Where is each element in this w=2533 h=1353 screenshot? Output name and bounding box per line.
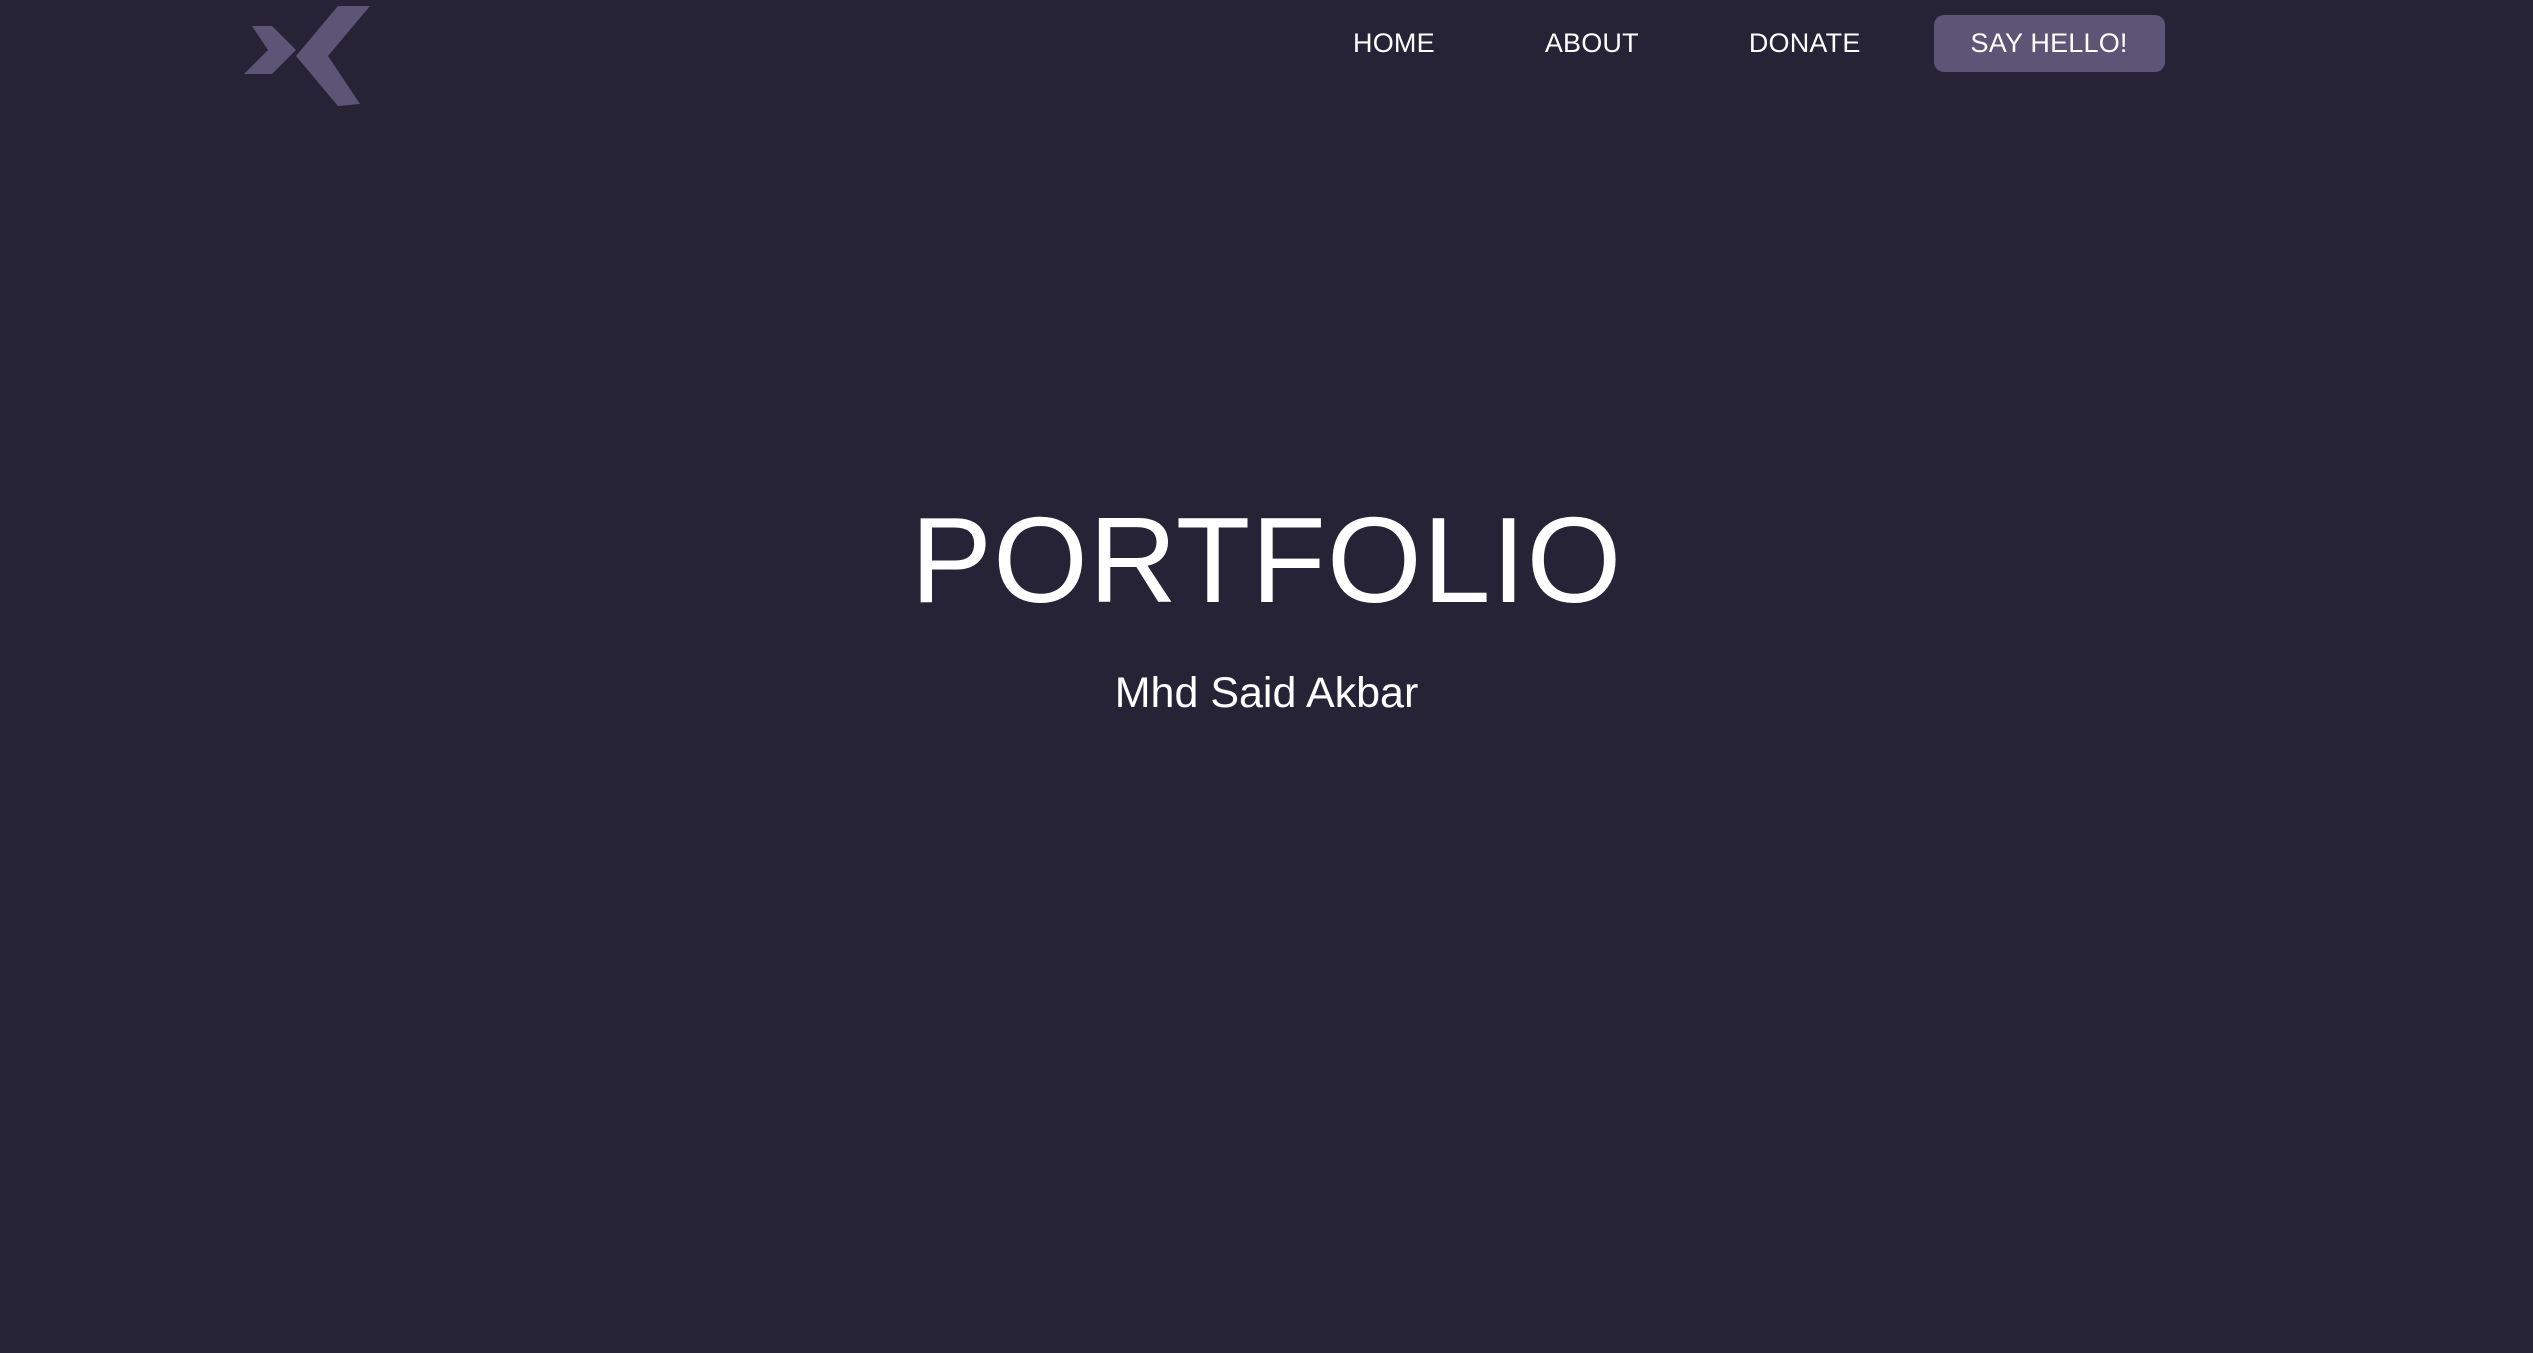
page: HOME ABOUT DONATE SAY HELLO! PORTFOLIO M… <box>0 0 2533 1353</box>
hero-title: PORTFOLIO <box>910 492 1623 628</box>
hero-subtitle: Mhd Said Akbar <box>1114 669 1419 717</box>
hero-section: PORTFOLIO Mhd Said Akbar <box>0 0 2533 1353</box>
